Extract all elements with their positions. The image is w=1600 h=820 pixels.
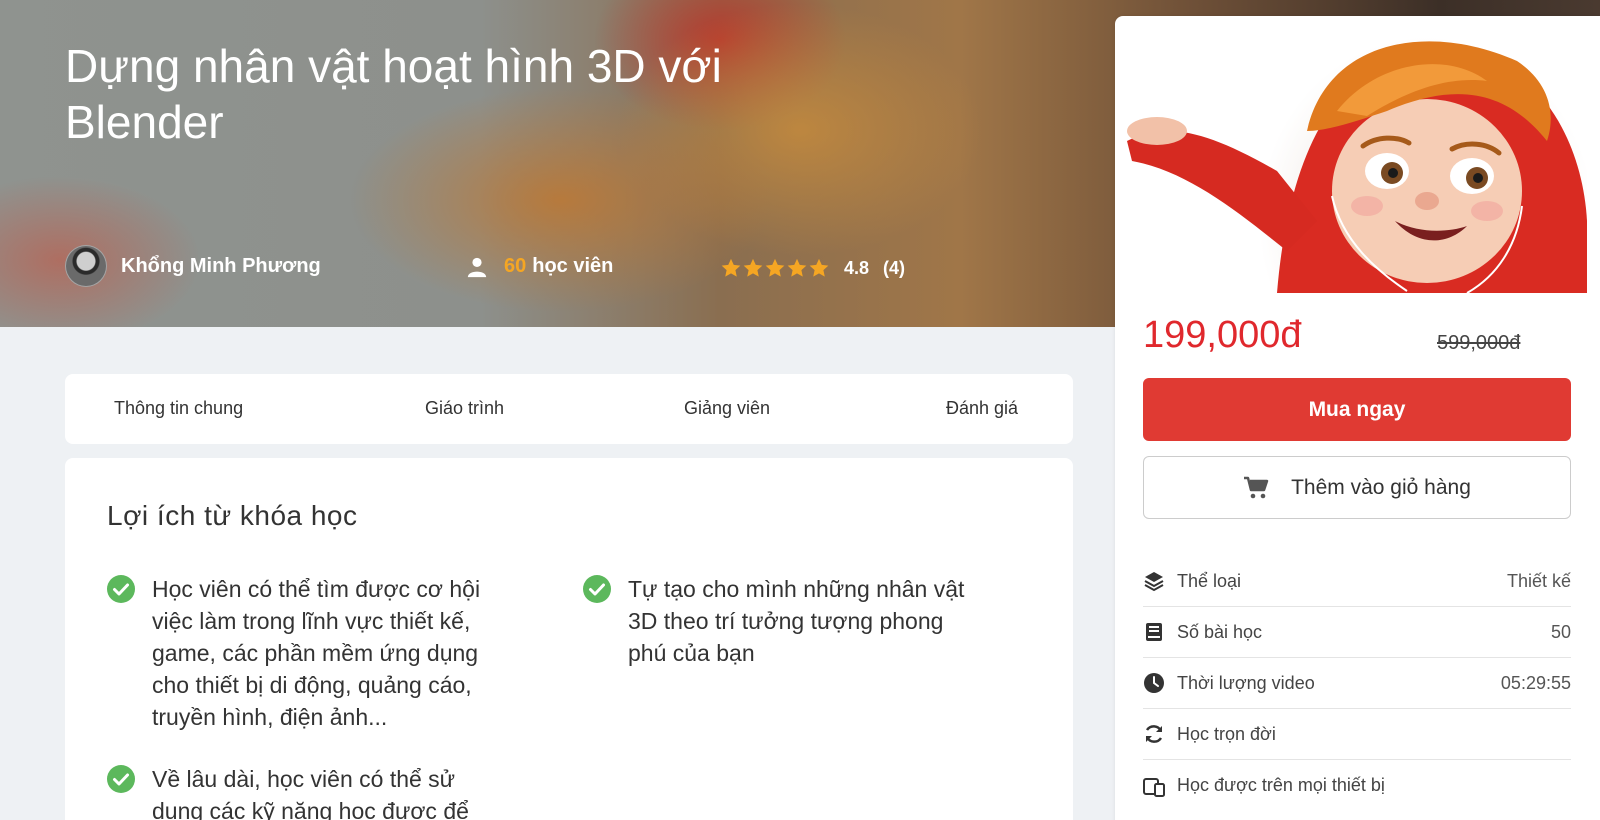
instructor-info[interactable]: Khổng Minh Phương [65,245,321,287]
benefits-heading: Lợi ích từ khóa học [107,500,358,531]
benefit-text: Học viên có thể tìm được cơ hội việc làm… [152,576,481,730]
benefit-item: Về lâu dài, học viên có thể sử dụng các … [107,763,507,820]
check-circle-icon [583,575,611,603]
user-icon [467,257,487,277]
course-details-list: Thể loại Thiết kế Số bài học 50 Thời lượ… [1143,556,1571,811]
instructor-avatar[interactable] [65,245,107,287]
rating-value: 4.8 [844,257,870,278]
book-icon [1146,623,1162,641]
check-circle-icon [107,575,135,603]
instructor-name[interactable]: Khổng Minh Phương [121,255,321,278]
benefit-text: Về lâu dài, học viên có thể sử dụng các … [152,766,469,820]
benefit-item: Học viên có thể tìm được cơ hội việc làm… [107,573,507,733]
check-circle-icon [107,765,135,793]
detail-label: Số bài học [1177,621,1263,642]
detail-value: Thiết kế [1506,570,1571,591]
tab-general-info[interactable]: Thông tin chung [114,398,243,419]
detail-row-category: Thể loại Thiết kế [1143,556,1571,607]
students-count: 60 [504,255,527,277]
current-price: 199,000đ [1143,314,1302,356]
course-tabs: Thông tin chung Giáo trình Giảng viên Đá… [65,374,1073,444]
original-price: 599,000đ [1437,332,1521,354]
cartoon-character-illustration [1127,41,1587,293]
devices-icon [1143,777,1165,797]
detail-row-devices: Học được trên mọi thiết bị [1143,760,1571,811]
benefit-item: Tự tạo cho mình những nhân vật 3D theo t… [583,573,983,669]
detail-value: 50 [1550,621,1571,642]
cart-icon [1244,476,1269,498]
detail-label: Học được trên mọi thiết bị [1177,775,1385,795]
detail-row-lifetime: Học trọn đời [1143,709,1571,760]
star-icon [743,258,763,277]
students-info: 60 học viên [466,255,613,278]
add-to-cart-label[interactable]: Thêm vào giỏ hàng [1291,476,1471,500]
course-title: Dựng nhân vật hoạt hình 3D với Blender [65,40,722,148]
tab-reviews[interactable]: Đánh giá [946,398,1018,419]
course-rating: 4.8 (4) [720,257,905,279]
rating-stars [720,257,830,279]
star-icon [765,258,785,277]
detail-label: Thời lượng video [1177,672,1315,693]
detail-label: Thể loại [1177,570,1242,591]
clock-icon [1144,673,1164,693]
tab-curriculum[interactable]: Giáo trình [425,398,504,419]
course-thumbnail[interactable] [1127,21,1587,293]
star-icon [721,258,741,277]
star-icon [809,258,829,277]
detail-value: 05:29:55 [1500,672,1571,693]
layers-icon [1144,572,1164,592]
detail-row-lessons: Số bài học 50 [1143,607,1571,658]
benefit-text: Tự tạo cho mình những nhân vật 3D theo t… [628,576,965,666]
star-icon [787,258,807,277]
detail-label: Học trọn đời [1177,723,1276,744]
purchase-card: 199,000đ 599,000đ Mua ngay Thêm vào giỏ … [1115,16,1600,820]
rating-count: (4) [883,257,906,278]
students-label: học viên [532,255,614,277]
tab-instructor[interactable]: Giảng viên [684,398,770,419]
refresh-icon [1145,725,1163,743]
buy-now-button[interactable]: Mua ngay [1143,378,1571,441]
add-to-cart-button[interactable]: Thêm vào giỏ hàng [1143,456,1571,519]
benefits-section: Lợi ích từ khóa học Học viên có thể tìm … [65,458,1073,820]
detail-row-duration: Thời lượng video 05:29:55 [1143,658,1571,709]
